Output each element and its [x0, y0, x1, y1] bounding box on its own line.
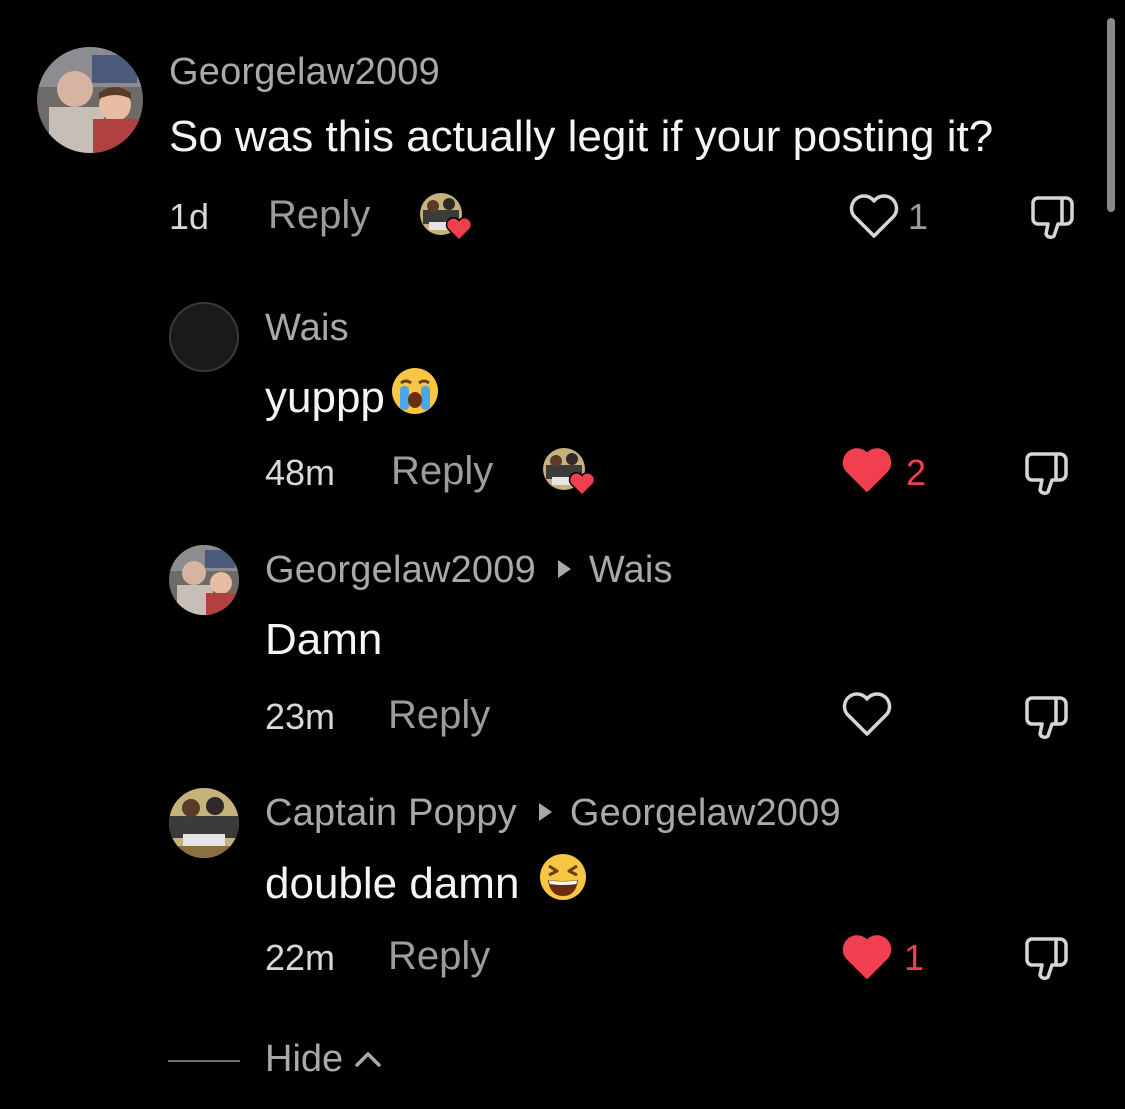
reply-button[interactable]: Reply — [388, 934, 490, 979]
username[interactable]: Wais — [265, 307, 349, 350]
dislike-icon[interactable] — [1022, 933, 1074, 985]
dislike-icon[interactable] — [1022, 692, 1074, 744]
username[interactable]: Georgelaw2009 — [169, 51, 440, 94]
comment-text: double damn — [265, 854, 589, 918]
reply-to-username[interactable]: Georgelaw2009 — [570, 792, 841, 834]
reply-button[interactable]: Reply — [268, 193, 370, 238]
like-button[interactable] — [840, 933, 894, 981]
comment: Georgelaw2009 So was this actually legit… — [0, 0, 1125, 280]
avatar[interactable] — [169, 302, 239, 372]
comment-text-content: yuppp — [265, 373, 385, 423]
grinning-squinting-face-emoji — [537, 851, 589, 914]
like-button[interactable] — [840, 446, 894, 494]
timestamp: 23m — [265, 696, 336, 737]
comment-text-content: double damn — [265, 859, 520, 909]
avatar[interactable] — [37, 47, 143, 153]
reply-arrow-icon — [538, 802, 552, 821]
like-button[interactable] — [847, 192, 901, 240]
username: Captain Poppy Georgelaw2009 — [265, 792, 841, 835]
dislike-icon[interactable] — [1028, 192, 1080, 244]
username-text[interactable]: Captain Poppy — [265, 792, 517, 834]
timestamp: 48m — [265, 452, 336, 493]
comment-text: yuppp — [265, 368, 441, 432]
creator-liked-badge — [542, 447, 596, 499]
creator-liked-badge — [419, 192, 473, 244]
reply-arrow-icon — [557, 559, 571, 578]
reply-button[interactable]: Reply — [391, 449, 493, 494]
avatar[interactable] — [169, 545, 239, 615]
reply-to-username[interactable]: Wais — [589, 549, 673, 591]
hide-replies-row[interactable]: Hide — [168, 1036, 428, 1086]
comment-text: Damn — [265, 615, 383, 664]
comment: Wais yuppp 48m Reply 2 — [0, 280, 1125, 530]
like-count: 1 — [908, 196, 929, 237]
reply-button[interactable]: Reply — [388, 693, 490, 738]
comment-text: So was this actually legit if your posti… — [169, 112, 994, 161]
loudly-crying-face-emoji — [389, 365, 441, 428]
like-count: 1 — [904, 937, 925, 978]
timestamp: 1d — [169, 196, 210, 237]
like-count: 2 — [906, 452, 927, 493]
comment: Georgelaw2009 Wais Damn 23m Reply — [0, 530, 1125, 775]
divider-line — [168, 1060, 240, 1062]
avatar[interactable] — [169, 788, 239, 858]
timestamp: 22m — [265, 937, 336, 978]
chevron-up-icon[interactable] — [354, 1050, 382, 1073]
dislike-icon[interactable] — [1022, 448, 1074, 500]
username: Georgelaw2009 Wais — [265, 549, 673, 592]
like-button[interactable] — [840, 690, 894, 738]
comment: Captain Poppy Georgelaw2009 double damn 2… — [0, 775, 1125, 1015]
username-text[interactable]: Georgelaw2009 — [265, 549, 536, 591]
hide-replies-button[interactable]: Hide — [265, 1038, 343, 1081]
